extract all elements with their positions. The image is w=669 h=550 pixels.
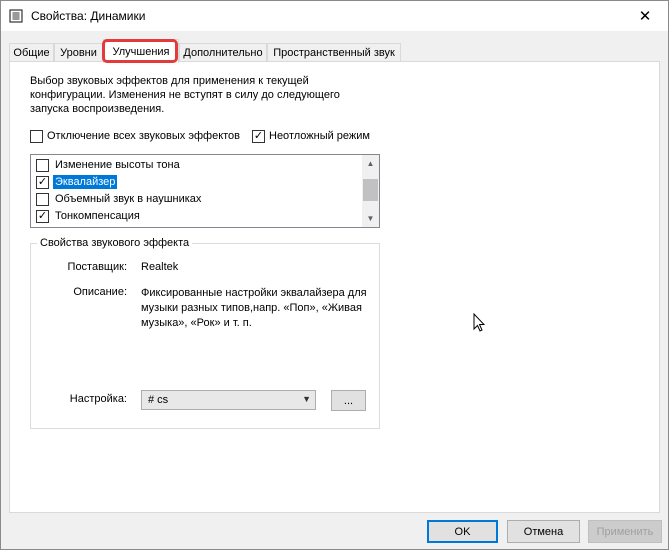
scroll-thumb[interactable]	[363, 179, 378, 201]
apply-button[interactable]: Применить	[588, 520, 662, 543]
properties-window: Свойства: Динамики ✕ Общие Уровни Улучше…	[0, 0, 669, 550]
speaker-icon	[9, 9, 23, 23]
enhancements-page: Выбор звуковых эффектов для применения к…	[9, 61, 660, 513]
description-value: Фиксированные настройки эквалайзера для …	[141, 287, 367, 329]
tab-highlight-annotation	[102, 39, 178, 63]
list-item[interactable]: ✓ Эквалайзер	[31, 174, 361, 191]
immediate-mode-label: Неотложный режим	[269, 130, 370, 142]
list-scrollbar[interactable]: ▲ ▼	[362, 155, 379, 227]
chevron-down-icon: ▼	[302, 394, 311, 404]
effects-list[interactable]: Изменение высоты тона ✓ Эквалайзер Объем…	[30, 154, 380, 228]
setting-more-label: ...	[343, 394, 354, 407]
disable-all-label: Отключение всех звуковых эффектов	[47, 130, 240, 142]
ok-label: OK	[454, 525, 471, 538]
close-icon: ✕	[638, 8, 652, 25]
window-title: Свойства: Динамики	[31, 9, 146, 23]
check-icon: ✓	[37, 176, 48, 188]
ok-button[interactable]: OK	[427, 520, 498, 543]
check-icon: ✓	[37, 210, 48, 222]
list-item-label: Тонкомпенсация	[55, 210, 140, 222]
setting-dropdown-value: # cs	[148, 394, 169, 406]
tab-levels-label: Уровни	[60, 47, 97, 59]
immediate-mode-checkbox[interactable]: ✓	[252, 130, 265, 143]
list-item-label: Изменение высоты тона	[55, 159, 180, 171]
description-label: Описание:	[73, 286, 127, 298]
scroll-down-icon[interactable]: ▼	[362, 210, 379, 227]
tab-spatial-sound-label: Пространственный звук	[273, 47, 395, 59]
loudness-checkbox[interactable]: ✓	[36, 210, 49, 223]
list-item[interactable]: ✓ Тонкомпенсация	[31, 208, 361, 225]
pitch-shift-checkbox[interactable]	[36, 159, 49, 172]
tab-general[interactable]: Общие	[9, 43, 54, 62]
setting-more-button[interactable]: ...	[331, 390, 366, 411]
list-item[interactable]: Изменение высоты тона	[31, 157, 361, 174]
cancel-button[interactable]: Отмена	[507, 520, 580, 543]
headphone-surround-checkbox[interactable]	[36, 193, 49, 206]
apply-label: Применить	[596, 525, 654, 538]
tab-advanced-label: Дополнительно	[183, 47, 263, 59]
check-icon: ✓	[253, 130, 264, 142]
disable-all-checkbox[interactable]	[30, 130, 43, 143]
tab-advanced[interactable]: Дополнительно	[179, 43, 267, 62]
tab-spatial-sound[interactable]: Пространственный звук	[267, 43, 401, 62]
close-button[interactable]: ✕	[622, 1, 668, 31]
equalizer-checkbox[interactable]: ✓	[36, 176, 49, 189]
enhancements-description: Выбор звуковых эффектов для применения к…	[30, 75, 340, 115]
cancel-label: Отмена	[523, 525, 564, 538]
setting-label: Настройка:	[69, 393, 127, 405]
list-item-label: Объемный звук в наушниках	[55, 193, 202, 205]
tab-general-label: Общие	[13, 47, 50, 59]
scroll-up-icon[interactable]: ▲	[362, 155, 379, 172]
tab-levels[interactable]: Уровни	[54, 43, 103, 62]
effect-properties-title: Свойства звукового эффекта	[37, 237, 193, 249]
list-item[interactable]: Объемный звук в наушниках	[31, 191, 361, 208]
title-bar[interactable]: Свойства: Динамики ✕	[1, 1, 668, 31]
provider-value: Realtek	[141, 261, 179, 273]
mouse-cursor-icon	[473, 313, 485, 332]
setting-dropdown[interactable]: # cs ▼	[141, 390, 316, 410]
provider-label: Поставщик:	[67, 261, 127, 273]
list-item-label: Эквалайзер	[53, 175, 118, 189]
